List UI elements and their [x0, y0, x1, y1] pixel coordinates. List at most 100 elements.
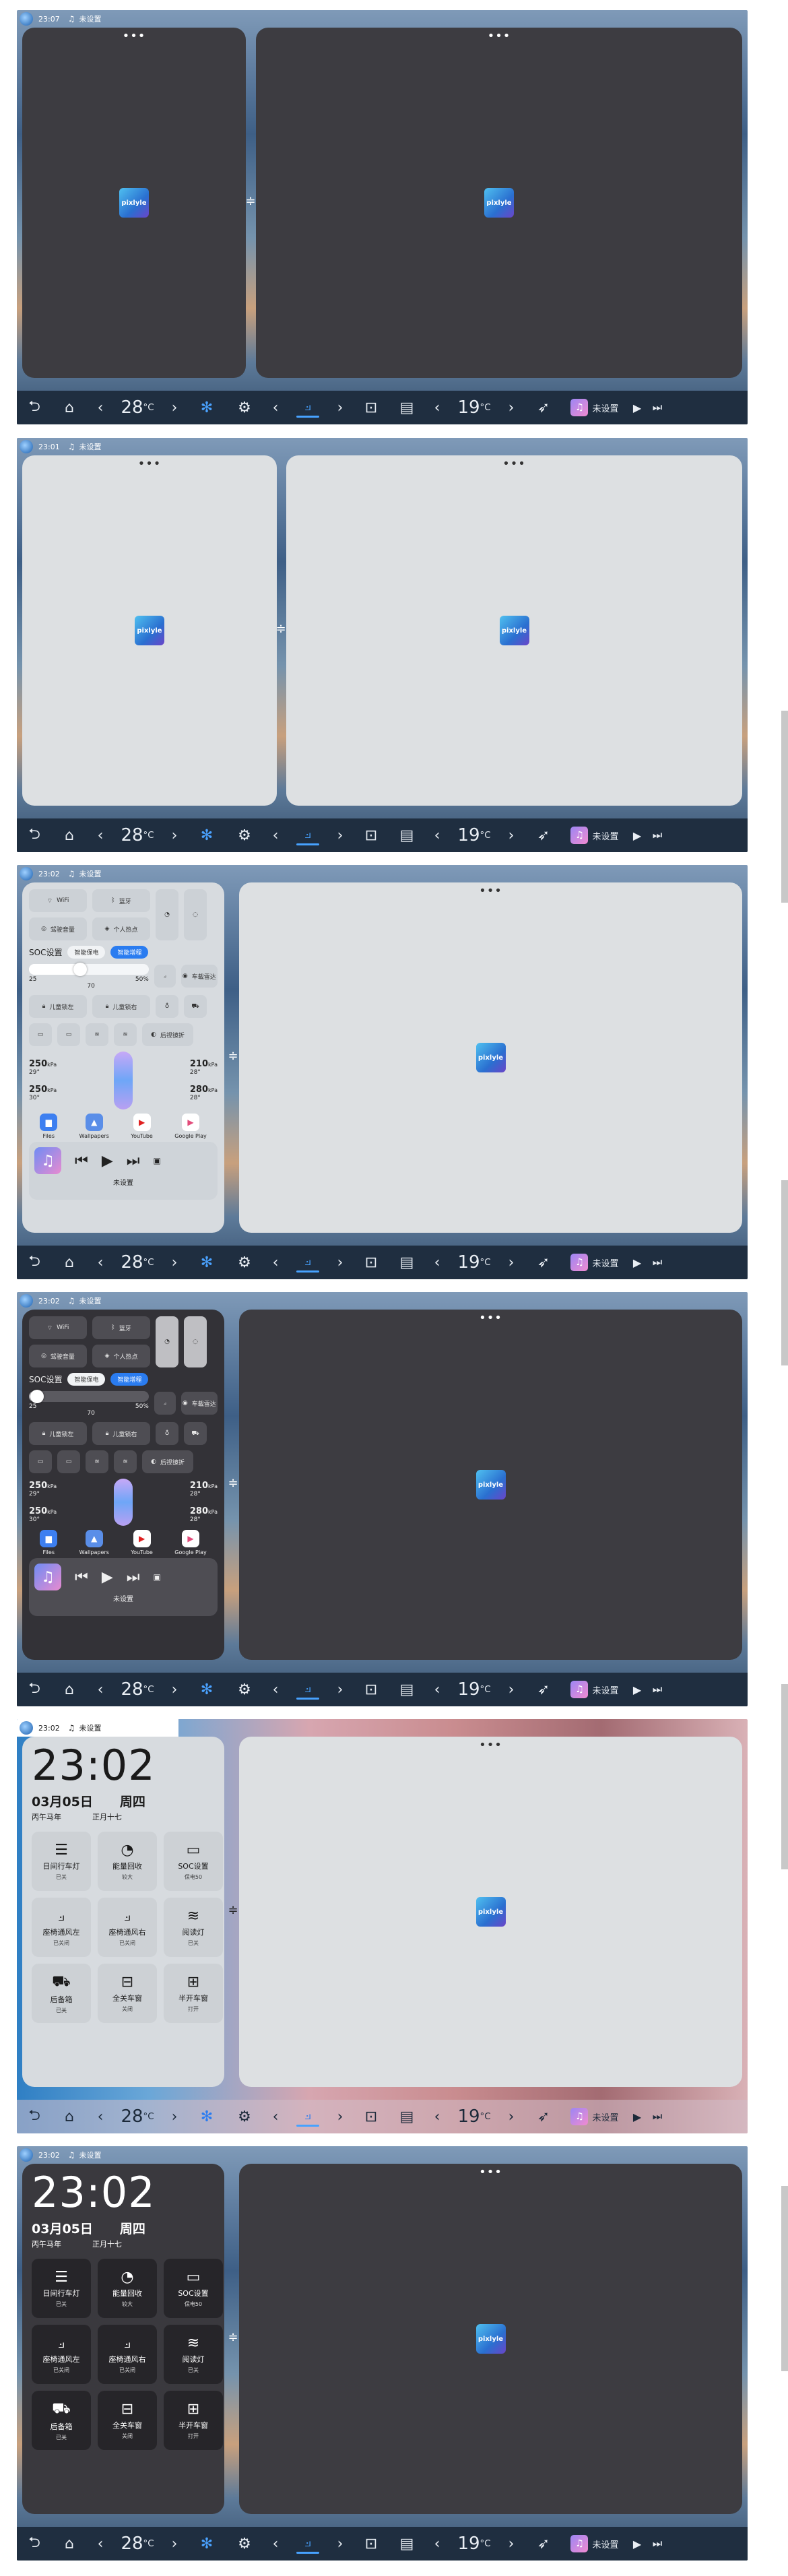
window-icon[interactable]: ▤: [390, 2108, 424, 2125]
soc-setting-toggle[interactable]: ▭ SOC设置 保电50: [164, 2259, 223, 2318]
app-icon[interactable]: pixlyle: [475, 1043, 506, 1072]
play-icon[interactable]: ▶: [627, 1256, 647, 1269]
car-button[interactable]: ⛟: [184, 995, 207, 1018]
child-lock-left[interactable]: 🔒︎ 儿童锁左: [29, 1422, 87, 1445]
seat-adjust-button[interactable]: ⟓: [154, 1392, 176, 1415]
soc-slider[interactable]: [29, 1390, 149, 1403]
media-mini-player[interactable]: ♫ 未设置: [562, 827, 627, 844]
drive-volume-toggle[interactable]: ◎ 驾驶音量: [29, 917, 87, 940]
play-icon[interactable]: ▶: [627, 1683, 647, 1696]
gear-icon[interactable]: ⚙: [226, 827, 263, 844]
next-track-icon[interactable]: ⏭: [647, 401, 667, 414]
files-app[interactable]: ▆ Files: [40, 1114, 58, 1139]
next-track-icon[interactable]: ⏭: [127, 1153, 140, 1169]
prev-track-icon[interactable]: ⏮: [75, 1153, 88, 1169]
seat-heat-icon[interactable]: ⟓: [288, 825, 328, 845]
next-track-icon[interactable]: ⏭: [647, 829, 667, 842]
left-app-window[interactable]: ••• pixlyle: [22, 28, 246, 378]
screen-icon[interactable]: ⊡: [352, 399, 390, 416]
left-app-window[interactable]: ••• pixlyle: [22, 455, 277, 806]
close-windows-toggle[interactable]: ⊟ 全关车窗 关闭: [98, 1964, 157, 2023]
home-icon[interactable]: ⌂: [52, 1254, 87, 1271]
seat-next-icon[interactable]: ›: [328, 1681, 352, 1698]
home-icon[interactable]: ⌂: [52, 2536, 87, 2552]
home-icon[interactable]: ⌂: [52, 399, 87, 416]
seat-next-icon[interactable]: ›: [328, 827, 352, 844]
gear-icon[interactable]: ⚙: [226, 2536, 263, 2552]
launch-icon[interactable]: ➶: [525, 827, 562, 844]
youtube-app[interactable]: ▶ YouTube: [131, 1114, 153, 1139]
temp-left-decrease-icon[interactable]: ‹: [87, 2108, 114, 2125]
window-icon[interactable]: ▤: [390, 1254, 424, 1271]
seat-heat-icon[interactable]: ⟓: [288, 2106, 328, 2127]
launch-icon[interactable]: ➶: [525, 2108, 562, 2125]
soc-setting-toggle[interactable]: ▭ SOC设置 保电50: [164, 1832, 223, 1891]
seat-heat-right-button[interactable]: ≋: [114, 1450, 137, 1473]
fan-icon[interactable]: ✻: [188, 2108, 226, 2125]
seat-vent-right-toggle[interactable]: ⟓ 座椅通风右 已关闭: [98, 1898, 157, 1957]
screen-icon[interactable]: ⊡: [352, 2108, 390, 2125]
window-menu-icon[interactable]: •••: [479, 2166, 502, 2179]
front-defrost-button[interactable]: ▭: [29, 1023, 52, 1046]
rear-defrost-button[interactable]: ▭: [57, 1450, 80, 1473]
mic-button[interactable]: ♁: [156, 1422, 178, 1445]
seat-prev-icon[interactable]: ‹: [263, 399, 288, 416]
media-source-icon[interactable]: ▣: [154, 1156, 161, 1165]
fan-icon[interactable]: ✻: [188, 1254, 226, 1271]
reading-light-toggle[interactable]: ≋ 阅读灯 已关: [164, 2325, 223, 2384]
gear-icon[interactable]: ⚙: [226, 1681, 263, 1698]
launch-icon[interactable]: ➶: [525, 399, 562, 416]
next-track-icon[interactable]: ⏭: [647, 1256, 667, 1269]
window-menu-icon[interactable]: •••: [479, 885, 502, 897]
soc-slider-knob[interactable]: [30, 1390, 44, 1403]
back-arrow-icon[interactable]: ⮌: [17, 2104, 52, 2129]
temp-left-decrease-icon[interactable]: ‹: [87, 399, 114, 416]
seat-vent-left-toggle[interactable]: ⟓ 座椅通风左 已关闭: [32, 2325, 91, 2384]
bluetooth-toggle[interactable]: ᛒ 蓝牙: [92, 1316, 150, 1339]
half-open-windows-toggle[interactable]: ⊞ 半开车窗 打开: [164, 1964, 223, 2023]
hotspot-toggle[interactable]: ◈ 个人热点: [92, 1345, 150, 1367]
gear-icon[interactable]: ⚙: [226, 399, 263, 416]
child-lock-right[interactable]: 🔒︎ 儿童锁右: [92, 995, 150, 1018]
brightness-slider[interactable]: ◔: [156, 1316, 178, 1367]
play-icon[interactable]: ▶: [627, 401, 647, 414]
temp-right-increase-icon[interactable]: ›: [498, 2108, 525, 2125]
window-menu-icon[interactable]: •••: [123, 30, 146, 42]
play-icon[interactable]: ▶: [627, 2538, 647, 2550]
mirror-fold-toggle[interactable]: ◐ 后视镜折: [142, 1450, 193, 1473]
seat-next-icon[interactable]: ›: [328, 1254, 352, 1271]
fan-icon[interactable]: ✻: [188, 399, 226, 416]
seat-heat-left-button[interactable]: ≋: [86, 1023, 108, 1046]
media-card[interactable]: ♫ ⏮ ▶ ⏭ ▣ 未设置: [29, 1142, 218, 1200]
temp-left-increase-icon[interactable]: ›: [161, 827, 188, 844]
gear-icon[interactable]: ⚙: [226, 1254, 263, 1271]
seat-next-icon[interactable]: ›: [328, 399, 352, 416]
media-source-icon[interactable]: ▣: [154, 1572, 161, 1582]
screen-icon[interactable]: ⊡: [352, 827, 390, 844]
car-button[interactable]: ⛟: [184, 1422, 207, 1445]
rear-defrost-button[interactable]: ▭: [57, 1023, 80, 1046]
app-icon[interactable]: pixlyle: [484, 188, 514, 218]
back-arrow-icon[interactable]: ⮌: [17, 2531, 52, 2556]
temp-right-decrease-icon[interactable]: ‹: [424, 399, 451, 416]
seat-vent-right-toggle[interactable]: ⟓ 座椅通风右 已关闭: [98, 2325, 157, 2384]
child-lock-left[interactable]: 🔒︎ 儿童锁左: [29, 995, 87, 1018]
youtube-app[interactable]: ▶ YouTube: [131, 1530, 153, 1555]
wifi-toggle[interactable]: ⌔ WiFi: [29, 1316, 87, 1339]
right-app-window[interactable]: ••• pixlyle: [239, 1737, 742, 2087]
window-menu-icon[interactable]: •••: [502, 458, 526, 470]
media-mini-player[interactable]: ♫ 未设置: [562, 2108, 627, 2125]
temp-left-increase-icon[interactable]: ›: [161, 1254, 188, 1271]
volume-slider[interactable]: ◌: [184, 1316, 207, 1367]
temp-right-increase-icon[interactable]: ›: [498, 1254, 525, 1271]
seat-prev-icon[interactable]: ‹: [263, 2108, 288, 2125]
app-icon[interactable]: pixlyle: [119, 188, 149, 218]
launch-icon[interactable]: ➶: [525, 1681, 562, 1698]
window-icon[interactable]: ▤: [390, 399, 424, 416]
fan-icon[interactable]: ✻: [188, 1681, 226, 1698]
volume-slider[interactable]: ◌: [184, 889, 207, 940]
bluetooth-toggle[interactable]: ᛒ 蓝牙: [92, 889, 150, 912]
gear-icon[interactable]: ⚙: [226, 2108, 263, 2125]
wifi-toggle[interactable]: ⌔ WiFi: [29, 889, 87, 912]
seat-heat-icon[interactable]: ⟓: [288, 1679, 328, 1700]
